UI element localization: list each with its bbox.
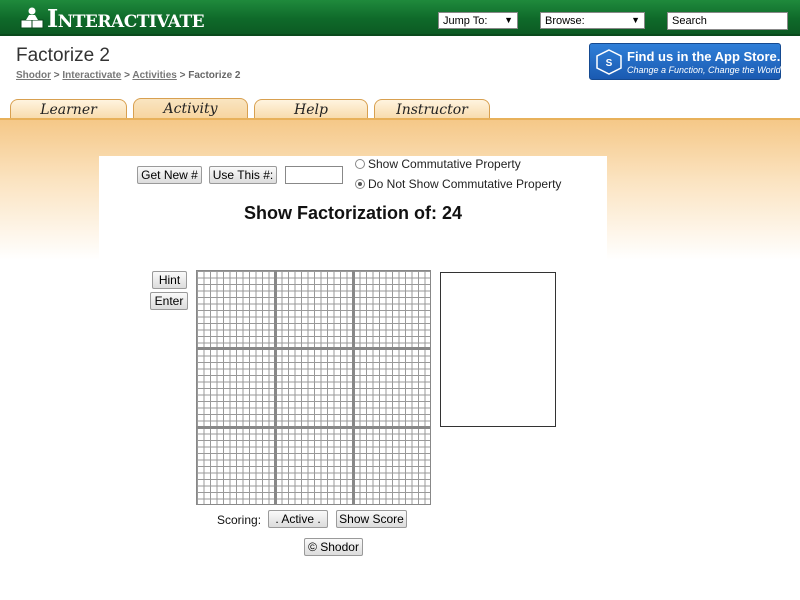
breadcrumb-activities[interactable]: Activities (132, 70, 176, 81)
breadcrumb-interactivate[interactable]: Interactivate (62, 70, 121, 81)
top-navigation-bar: Interactivate Jump To: ▼ Browse: ▼ Searc… (0, 0, 800, 36)
page-title: Factorize 2 (16, 45, 110, 66)
app-store-banner[interactable]: S Find us in the App Store. Change a Fun… (589, 43, 781, 80)
no-commutative-label: Do Not Show Commutative Property (368, 177, 562, 191)
no-commutative-option[interactable]: Do Not Show Commutative Property (355, 177, 561, 191)
book-reader-icon (20, 7, 44, 29)
show-score-button[interactable]: Show Score (336, 510, 407, 528)
copyright-shodor-button[interactable]: © Shodor (304, 538, 363, 556)
number-input[interactable] (285, 166, 343, 184)
chevron-down-icon: ▼ (504, 15, 513, 25)
hint-button[interactable]: Hint (152, 271, 187, 289)
browse-select[interactable]: Browse: ▼ (540, 12, 645, 29)
chevron-down-icon: ▼ (631, 15, 640, 25)
radio-button-selected[interactable] (355, 179, 365, 189)
search-input[interactable]: Search (667, 12, 788, 30)
shodor-badge-icon: S (596, 49, 622, 75)
page-root: Interactivate Jump To: ▼ Browse: ▼ Searc… (0, 0, 800, 600)
breadcrumb-shodor[interactable]: Shodor (16, 70, 51, 81)
jump-to-label: Jump To: (443, 15, 488, 27)
show-commutative-label: Show Commutative Property (368, 157, 521, 171)
jump-to-select[interactable]: Jump To: ▼ (438, 12, 518, 29)
show-commutative-option[interactable]: Show Commutative Property (355, 157, 521, 171)
app-store-line2: Change a Function, Change the World (627, 65, 781, 75)
interactivate-logo[interactable]: Interactivate (20, 3, 205, 33)
scoring-active-button[interactable]: . Active . (268, 510, 328, 528)
breadcrumb-current: Factorize 2 (188, 70, 241, 81)
factorization-result-box (440, 272, 556, 427)
grid-divider-horizontal (196, 426, 431, 429)
scoring-label: Scoring: (217, 513, 262, 527)
radio-button[interactable] (355, 159, 365, 169)
browse-label: Browse: (545, 15, 585, 27)
factor-grid[interactable] (196, 270, 431, 505)
breadcrumb: Shodor > Interactivate > Activities > Fa… (16, 70, 241, 81)
grid-divider-vertical (352, 270, 355, 505)
app-store-line1: Find us in the App Store. (627, 49, 781, 64)
logo-text: Interactivate (47, 3, 205, 33)
get-new-number-button[interactable]: Get New # (137, 166, 202, 184)
grid-divider-horizontal (196, 347, 431, 350)
svg-text:S: S (606, 58, 613, 69)
factorization-heading: Show Factorization of: 24 (243, 203, 462, 223)
enter-button[interactable]: Enter (150, 292, 188, 310)
grid-divider-vertical (274, 270, 277, 505)
tab-divider (0, 118, 800, 120)
use-this-number-button[interactable]: Use This #: (209, 166, 277, 184)
